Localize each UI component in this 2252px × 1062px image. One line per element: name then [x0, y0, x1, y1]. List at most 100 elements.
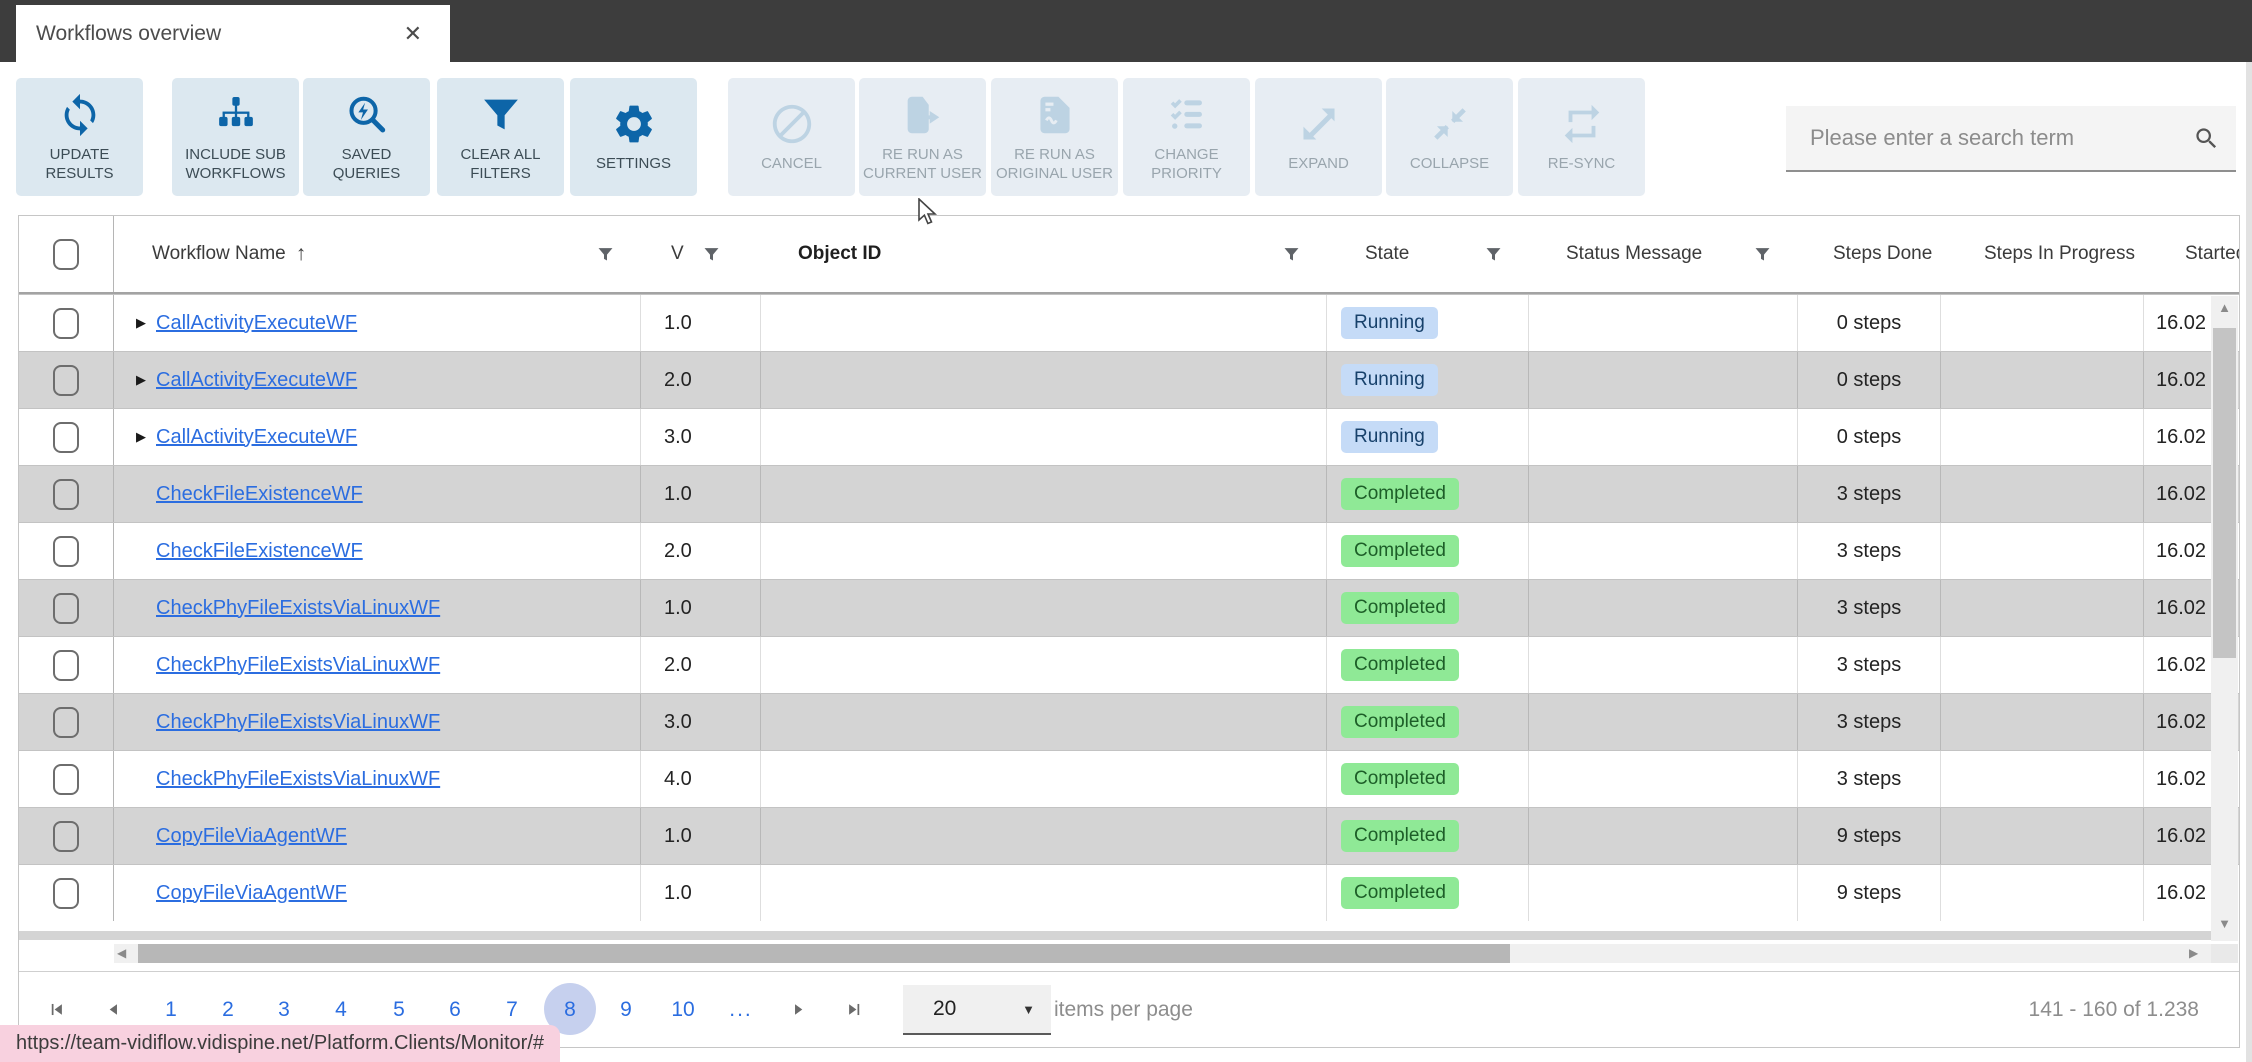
version-cell: 3.0	[641, 409, 761, 465]
workflow-link[interactable]: CheckPhyFileExistsViaLinuxWF	[156, 597, 440, 620]
steps-in-progress-cell	[1941, 808, 2144, 864]
gear-icon	[615, 105, 652, 143]
toolbar-button-label: EXPAND	[1288, 155, 1349, 172]
state-badge: Completed	[1341, 535, 1459, 567]
select-all-checkbox[interactable]	[53, 238, 79, 270]
scroll-left-icon[interactable]: ◀	[117, 944, 126, 963]
state-badge: Completed	[1341, 649, 1459, 681]
button-expand: EXPAND	[1255, 78, 1382, 196]
row-checkbox[interactable]	[53, 706, 79, 738]
expand-row-icon[interactable]: ▶	[136, 429, 146, 445]
filter-icon[interactable]	[1753, 245, 1772, 264]
hscrollbar-thumb[interactable]	[138, 944, 1510, 963]
table-row: CheckPhyFileExistsViaLinuxWF 3.0 Completed…	[19, 693, 2239, 750]
row-checkbox[interactable]	[53, 877, 79, 909]
filter-icon[interactable]	[702, 245, 721, 264]
vscrollbar-thumb[interactable]	[2213, 328, 2236, 658]
workflow-link[interactable]: CallActivityExecuteWF	[156, 369, 357, 392]
sort-asc-icon[interactable]: ↑	[296, 242, 307, 266]
workflow-link[interactable]: CallActivityExecuteWF	[156, 312, 357, 335]
workflow-link[interactable]: CopyFileViaAgentWF	[156, 882, 347, 905]
button-include-sub-workflows[interactable]: INCLUDE SUB WORKFLOWS	[172, 78, 299, 196]
workflow-name-cell: ▶ CallActivityExecuteWF	[114, 295, 641, 351]
row-checkbox[interactable]	[53, 592, 79, 624]
workflow-link[interactable]: CheckPhyFileExistsViaLinuxWF	[156, 768, 440, 791]
row-select-cell	[19, 466, 114, 522]
object-id-cell	[761, 295, 1327, 351]
row-checkbox[interactable]	[53, 820, 79, 852]
version-cell: 3.0	[641, 694, 761, 750]
row-checkbox[interactable]	[53, 763, 79, 795]
header-steps-in-progress[interactable]: Steps In Progress	[1941, 216, 2144, 292]
scroll-down-icon[interactable]: ▼	[2211, 916, 2238, 931]
page-size-select[interactable]: 20 ▼	[903, 985, 1051, 1035]
status-url-bubble: https://team-vidiflow.vidispine.net/Plat…	[0, 1025, 560, 1062]
pagination-ellipsis[interactable]: ...	[719, 972, 763, 1047]
sync-loop-icon	[1564, 104, 1599, 144]
expand-row-icon[interactable]: ▶	[136, 315, 146, 331]
status-message-cell	[1529, 295, 1798, 351]
header-state[interactable]: State	[1327, 216, 1529, 292]
steps-in-progress-cell	[1941, 295, 2144, 351]
toolbar-button-label: CLEAR ALL FILTERS	[460, 145, 541, 182]
status-message-cell	[1529, 694, 1798, 750]
button-cancel: CANCEL	[728, 78, 855, 196]
workflow-link[interactable]: CopyFileViaAgentWF	[156, 825, 347, 848]
row-checkbox[interactable]	[53, 307, 79, 339]
row-select-cell	[19, 352, 114, 408]
workflow-name-cell: CopyFileViaAgentWF	[114, 808, 641, 864]
collapse-icon	[1433, 108, 1466, 140]
scroll-up-icon[interactable]: ▲	[2211, 300, 2238, 315]
state-cell: Completed	[1327, 523, 1529, 579]
scroll-right-icon[interactable]: ▶	[2189, 944, 2198, 963]
row-checkbox[interactable]	[53, 364, 79, 396]
filter-icon[interactable]	[1282, 245, 1301, 264]
expand-icon	[1302, 108, 1335, 140]
column-label: Workflow Name	[152, 243, 286, 264]
steps-done-cell: 3 steps	[1798, 523, 1941, 579]
header-started[interactable]: Started	[2144, 216, 2239, 292]
row-checkbox[interactable]	[53, 421, 79, 453]
row-checkbox[interactable]	[53, 478, 79, 510]
partial-next-row	[19, 931, 2211, 940]
header-steps-done[interactable]: Steps Done	[1798, 216, 1941, 292]
state-cell: Running	[1327, 352, 1529, 408]
page-next-icon	[794, 1004, 802, 1015]
version-cell: 2.0	[641, 637, 761, 693]
state-badge: Running	[1341, 364, 1438, 396]
search-input[interactable]	[1786, 124, 2193, 152]
filter-icon[interactable]	[1484, 245, 1503, 264]
row-checkbox[interactable]	[53, 535, 79, 567]
pagination-page-10[interactable]: 10	[661, 972, 705, 1047]
button-clear-all-filters[interactable]: CLEAR ALL FILTERS	[437, 78, 564, 196]
header-workflow-name[interactable]: Workflow Name ↑	[114, 216, 641, 292]
object-id-cell	[761, 352, 1327, 408]
state-cell: Completed	[1327, 466, 1529, 522]
pagination-next[interactable]	[776, 972, 820, 1047]
workflow-link[interactable]: CallActivityExecuteWF	[156, 426, 357, 449]
range-label: 141 - 160 of 1.238	[2028, 997, 2199, 1021]
tab-workflows-overview[interactable]: Workflows overview ✕	[16, 5, 450, 62]
row-checkbox[interactable]	[53, 649, 79, 681]
button-settings[interactable]: SETTINGS	[570, 78, 697, 196]
expand-row-icon[interactable]: ▶	[136, 372, 146, 388]
button-saved-queries[interactable]: SAVED QUERIES	[303, 78, 430, 196]
pagination-last[interactable]	[832, 972, 876, 1047]
header-object-id[interactable]: Object ID	[761, 216, 1327, 292]
workflow-link[interactable]: CheckPhyFileExistsViaLinuxWF	[156, 711, 440, 734]
table-row: CopyFileViaAgentWF 1.0 Completed 9 steps 16.…	[19, 807, 2239, 864]
workflow-link[interactable]: CheckFileExistenceWF	[156, 540, 363, 563]
pagination-current-page[interactable]: 8	[548, 972, 592, 1047]
steps-in-progress-cell	[1941, 523, 2144, 579]
workflow-link[interactable]: CheckPhyFileExistsViaLinuxWF	[156, 654, 440, 677]
filter-icon[interactable]	[596, 245, 615, 264]
close-icon[interactable]: ✕	[404, 21, 422, 47]
workflow-link[interactable]: CheckFileExistenceWF	[156, 483, 363, 506]
header-version[interactable]: V	[641, 216, 761, 292]
header-status-message[interactable]: Status Message	[1529, 216, 1798, 292]
pagination-page-9[interactable]: 9	[604, 972, 648, 1047]
button-update-results[interactable]: UPDATE RESULTS	[16, 78, 143, 196]
steps-done-cell: 3 steps	[1798, 751, 1941, 807]
search-icon[interactable]	[2193, 125, 2220, 152]
workflow-name-cell: ▶ CallActivityExecuteWF	[114, 409, 641, 465]
